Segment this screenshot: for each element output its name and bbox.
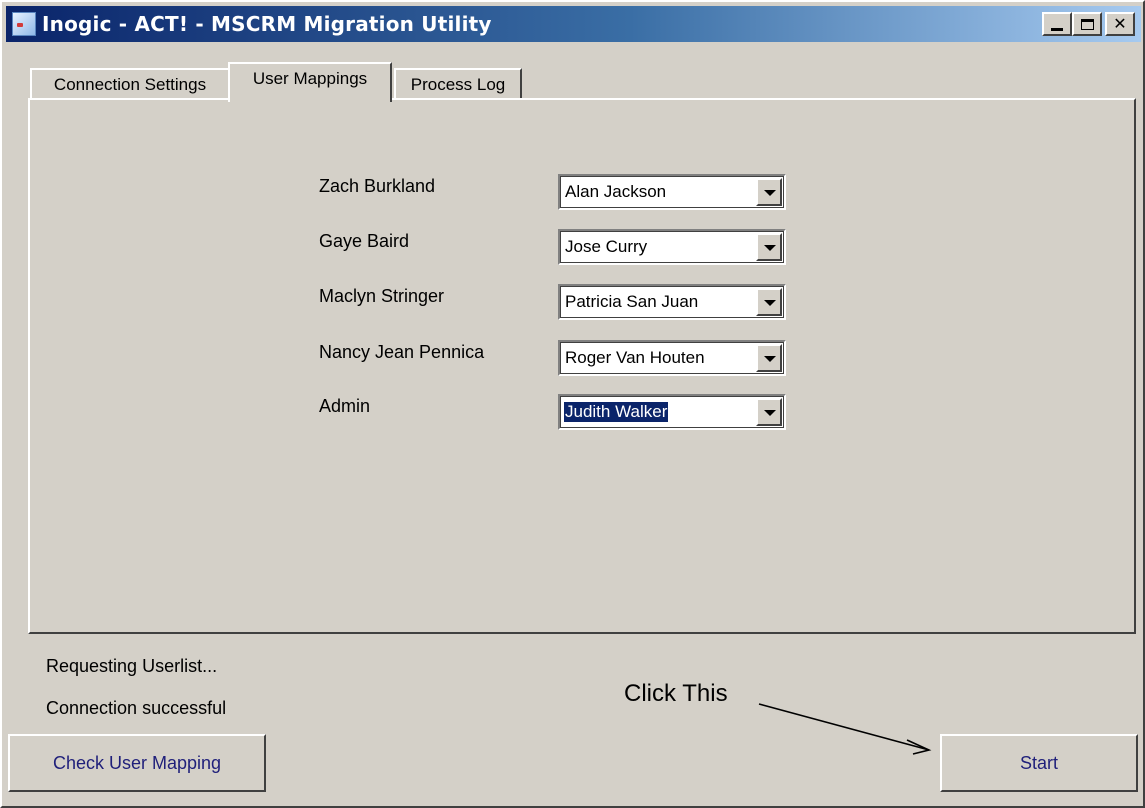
dropdown-arrow-icon[interactable] (756, 178, 782, 206)
status-message: Connection successful (46, 698, 227, 718)
tab-label: Connection Settings (53, 75, 207, 94)
app-icon[interactable] (12, 12, 36, 36)
annotation-arrow (758, 703, 932, 755)
check-user-mapping-button[interactable]: Check User Mapping (8, 734, 266, 792)
maximize-icon (1080, 18, 1094, 30)
act-user-label: Nancy Jean Pennica (319, 342, 485, 362)
start-button[interactable]: Start (940, 734, 1138, 792)
minimize-button[interactable] (1042, 12, 1072, 36)
app-window: Inogic - ACT! - MSCRM Migration Utility … (0, 0, 1145, 808)
user-mappings-panel: Zach Burkland Alan Jackson Gaye Baird Jo… (28, 98, 1136, 634)
dropdown-value: Roger Van Houten (565, 348, 705, 367)
crm-user-dropdown[interactable]: Patricia San Juan (558, 284, 786, 320)
dropdown-value: Patricia San Juan (565, 292, 699, 311)
maximize-button[interactable] (1072, 12, 1102, 36)
button-label: Check User Mapping (52, 752, 222, 773)
tab-label: Process Log (410, 75, 506, 94)
tab-user-mappings[interactable]: User Mappings (228, 62, 392, 102)
dropdown-arrow-icon[interactable] (756, 233, 782, 261)
button-label: Start (1019, 752, 1058, 773)
annotation-text: Click This (624, 680, 728, 707)
act-user-label: Maclyn Stringer (319, 286, 445, 306)
crm-user-dropdown[interactable]: Roger Van Houten (558, 340, 786, 376)
act-user-label: Zach Burkland (319, 176, 436, 196)
dropdown-arrow-icon[interactable] (756, 288, 782, 316)
close-icon: ✕ (1113, 14, 1127, 33)
crm-user-dropdown[interactable]: Judith Walker (558, 394, 786, 430)
tab-connection-settings[interactable]: Connection Settings (30, 68, 230, 100)
crm-user-dropdown[interactable]: Alan Jackson (558, 174, 786, 210)
act-user-label: Admin (319, 396, 371, 416)
minimize-icon (1051, 27, 1063, 31)
tab-process-log[interactable]: Process Log (394, 68, 522, 100)
dropdown-arrow-icon[interactable] (756, 344, 782, 372)
dropdown-value: Judith Walker (564, 402, 669, 422)
crm-user-dropdown[interactable]: Jose Curry (558, 229, 786, 265)
dropdown-arrow-icon[interactable] (756, 398, 782, 426)
close-button[interactable]: ✕ (1105, 12, 1135, 36)
dropdown-value: Alan Jackson (565, 182, 667, 201)
window-controls: ✕ (1042, 12, 1135, 36)
status-message: Requesting Userlist... (46, 656, 218, 676)
act-user-label: Gaye Baird (319, 231, 410, 251)
tab-label: User Mappings (252, 69, 368, 88)
title-bar[interactable]: Inogic - ACT! - MSCRM Migration Utility … (6, 6, 1141, 42)
window-title: Inogic - ACT! - MSCRM Migration Utility (42, 12, 492, 36)
dropdown-value: Jose Curry (565, 237, 648, 256)
